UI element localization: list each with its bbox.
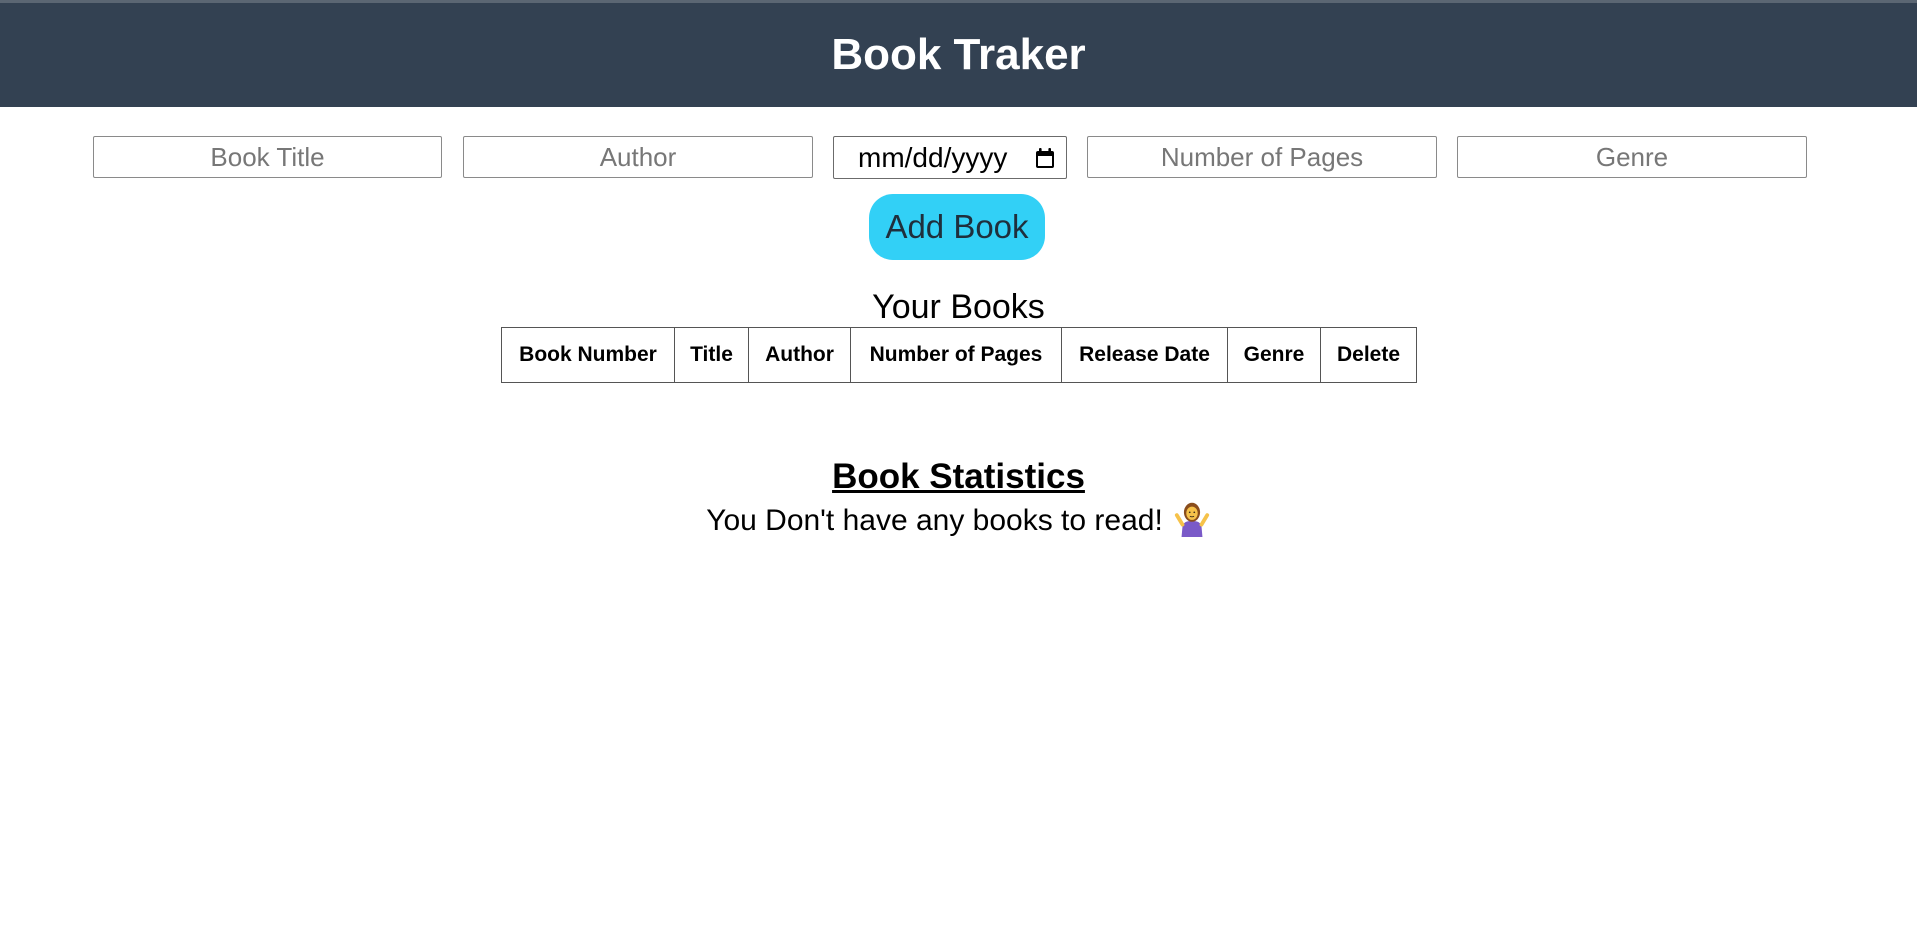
column-header-book-number: Book Number	[501, 327, 675, 383]
column-header-title: Title	[674, 327, 749, 383]
your-books-heading: Your Books	[872, 288, 1045, 326]
app-header: Book Traker	[0, 3, 1917, 107]
empty-books-message: You Don't have any books to read!	[706, 504, 1163, 537]
add-book-button[interactable]: Add Book	[869, 194, 1045, 260]
release-date-input[interactable]: mm/dd/yyyy	[833, 136, 1067, 179]
number-of-pages-input[interactable]	[1087, 136, 1437, 178]
table-header-row: Book Number Title Author Number of Pages…	[501, 327, 1417, 383]
app-title: Book Traker	[831, 30, 1086, 79]
person-shrugging-icon	[1174, 502, 1209, 538]
date-value: mm/dd/yyyy	[858, 142, 1008, 173]
column-header-genre: Genre	[1227, 327, 1321, 383]
genre-input[interactable]	[1457, 136, 1807, 178]
calendar-icon[interactable]	[1033, 146, 1057, 170]
column-header-author: Author	[748, 327, 851, 383]
column-header-number-of-pages: Number of Pages	[850, 327, 1062, 383]
book-statistics-heading: Book Statistics	[832, 457, 1085, 496]
column-header-delete: Delete	[1320, 327, 1417, 383]
empty-books-message-row: You Don't have any books to read!	[0, 500, 1917, 542]
column-header-release-date: Release Date	[1061, 327, 1228, 383]
books-table: Book Number Title Author Number of Pages…	[501, 327, 1417, 383]
author-input[interactable]	[463, 136, 813, 178]
book-title-input[interactable]	[93, 136, 442, 178]
